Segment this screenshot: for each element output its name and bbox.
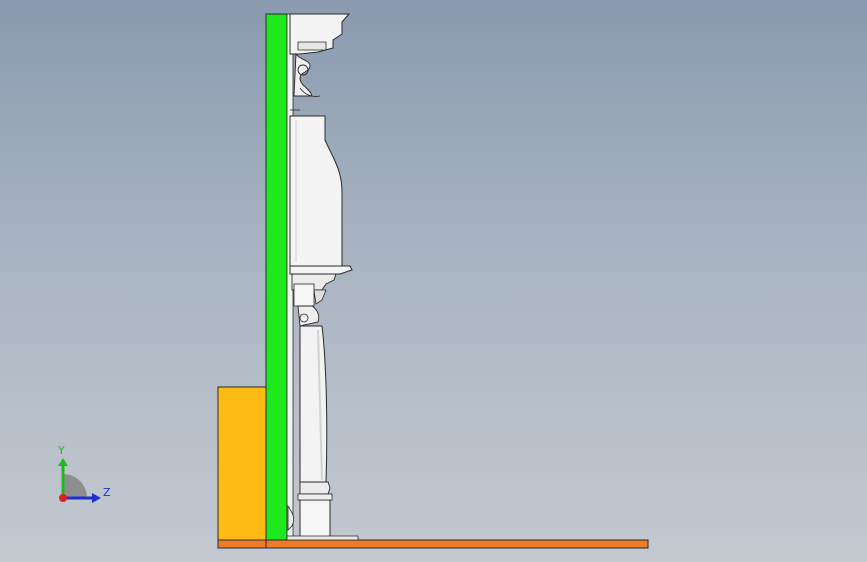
column-base[interactable] <box>299 481 331 495</box>
orange-block[interactable] <box>217 386 267 541</box>
mantel-lower-band <box>293 283 315 307</box>
triad-z-arrowhead <box>92 493 101 503</box>
column-plinth[interactable] <box>299 499 331 541</box>
triad-z-label: Z <box>103 486 111 499</box>
base-plate[interactable] <box>217 539 649 549</box>
mantel-shelf[interactable] <box>289 265 353 275</box>
hearth-sill <box>286 535 359 541</box>
triad-y-label: Y <box>58 444 65 457</box>
graphics-viewport[interactable]: Y Z <box>0 0 867 562</box>
column-shaft[interactable] <box>299 325 328 483</box>
plinth-cap <box>297 493 333 501</box>
bracket-ornament <box>313 289 327 305</box>
crown-molding-detail <box>297 41 327 51</box>
triad-origin <box>59 494 67 502</box>
overmantel-panel[interactable] <box>289 115 343 267</box>
triad-plane-shading <box>63 474 87 498</box>
triad-y-arrowhead <box>58 458 68 466</box>
coordinate-triad: Y Z <box>48 440 118 510</box>
green-back-panel[interactable] <box>265 13 288 541</box>
fireplace-side-view-model[interactable] <box>0 0 867 562</box>
column-capital[interactable] <box>297 305 320 327</box>
